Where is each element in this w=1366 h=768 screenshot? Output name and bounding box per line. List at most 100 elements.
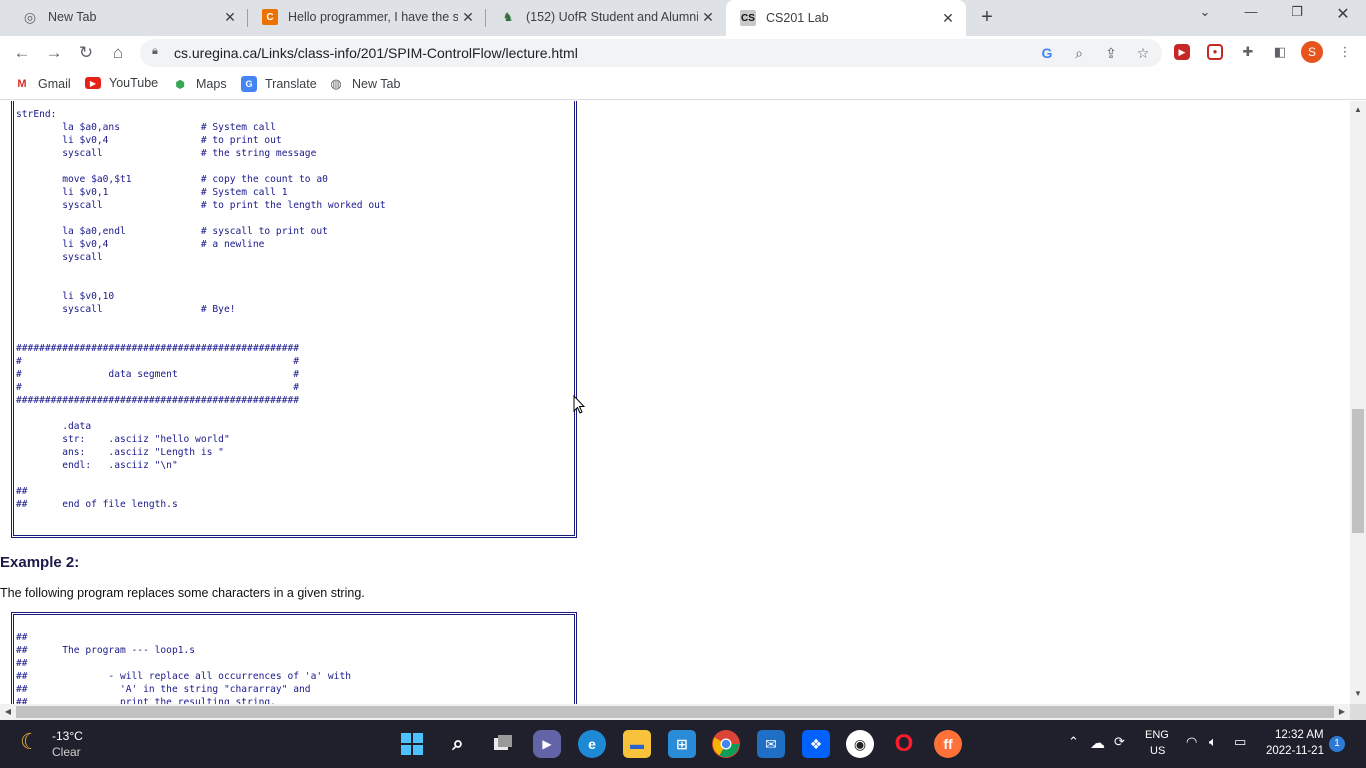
tab-cs201-lab[interactable]: CS CS201 Lab ✕ [726,0,966,36]
profile-avatar[interactable]: S [1301,41,1323,63]
firefox-icon[interactable]: ff [934,730,962,758]
bookmark-label: Gmail [38,77,71,91]
code-block-length: strEnd: la $a0,ans # System call li $v0,… [11,101,577,538]
bookmark-youtube[interactable]: ▶ YouTube [85,76,158,90]
close-icon[interactable]: ✕ [458,9,478,26]
tab-title: New Tab [48,10,97,24]
store-icon[interactable]: ⊞ [668,730,696,758]
volume-icon[interactable]: 🔈︎ [1209,734,1217,750]
tab-title: (152) UofR Student and Alumni V [526,10,698,24]
menu-kebab-icon[interactable]: ⋮ [1335,42,1355,62]
chrome-icon[interactable] [712,730,740,758]
chegg-icon: C [262,9,278,25]
translate-icon: G [241,76,257,92]
horizontal-scrollbar[interactable]: ◀ ▶ [0,704,1350,720]
search-icon[interactable]: ⌕ [444,730,472,758]
close-icon[interactable]: ✕ [938,10,958,27]
horizontal-scroll-thumb[interactable] [16,706,1334,718]
battery-icon[interactable]: ▭ [1234,734,1246,750]
restore-button[interactable]: ❐ [1274,4,1320,28]
tab-new-tab[interactable]: ◎ New Tab ✕ [8,0,248,34]
share-icon[interactable]: ⇪ [1102,44,1120,62]
clock-time[interactable]: 12:32 AM [1275,729,1324,741]
language-indicator[interactable]: ENG [1145,729,1169,741]
vertical-scrollbar[interactable]: ▲ ▼ [1350,101,1366,704]
mouse-cursor-icon [573,394,586,420]
bookmark-label: New Tab [352,77,401,91]
bookmarks-bar: M Gmail ▶ YouTube ⬢ Maps G Translate ◍ New Ta… [0,70,1366,100]
zoom-icon[interactable]: ⌕ [1070,44,1088,62]
show-hidden-icons-chevron-icon[interactable]: ⌃ [1068,734,1079,750]
teams-chat-icon[interactable]: ▶ [533,730,561,758]
forward-button[interactable]: → [42,41,66,65]
notification-badge[interactable]: 1 [1329,736,1345,752]
bookmark-gmail[interactable]: M Gmail [14,76,71,92]
page-content: strEnd: la $a0,ans # System call li $v0,… [0,101,1350,704]
bookmark-translate[interactable]: G Translate [241,76,317,92]
scroll-right-icon[interactable]: ▶ [1334,707,1350,716]
section-heading: Example 2: [0,554,80,571]
gmail-icon: M [17,78,27,90]
dropbox-icon[interactable]: ❖ [802,730,830,758]
task-view-icon[interactable] [489,730,517,758]
maps-icon: ⬢ [175,78,185,91]
scroll-up-icon[interactable]: ▲ [1350,105,1366,114]
youtube-icon: ▶ [85,77,101,89]
keyboard-layout[interactable]: US [1150,745,1165,757]
bookmark-label: Maps [196,77,227,91]
obs-icon[interactable]: ◉ [846,730,874,758]
clock-date[interactable]: 2022-11-21 [1266,745,1324,757]
chrome-icon: ◎ [23,8,37,25]
tab-strip: ◎ New Tab ✕ C Hello programmer, I have t… [0,0,1366,36]
code-text: ## ## The program --- loop1.s ## ## - wi… [16,632,352,704]
onedrive-cloud-icon[interactable]: ☁ [1090,734,1105,752]
network-sync-icon[interactable]: ⟳ [1114,734,1125,750]
moon-icon[interactable]: ☾ [20,730,44,754]
google-translate-icon[interactable]: G [1038,44,1056,62]
vertical-scroll-thumb[interactable] [1352,409,1364,533]
lock-icon[interactable]: 🔒︎ [152,45,158,58]
home-button[interactable]: ⌂ [106,41,130,65]
scrollbar-corner [1350,704,1366,720]
mail-icon[interactable]: ✉ [757,730,785,758]
reload-button[interactable]: ↻ [74,41,98,65]
file-explorer-icon[interactable]: ▬ [623,730,651,758]
close-icon[interactable]: ✕ [220,9,240,26]
bookmark-star-icon[interactable]: ☆ [1134,44,1152,62]
tab-chegg[interactable]: C Hello programmer, I have the sol ✕ [248,0,486,34]
code-block-loop1: ## ## The program --- loop1.s ## ## - wi… [11,612,577,704]
url-text: cs.uregina.ca/Links/class-info/201/SPIM-… [174,45,578,61]
weather-temperature[interactable]: -13°C [52,729,83,743]
bookmark-label: YouTube [109,76,159,90]
bookmark-maps[interactable]: ⬢ Maps [172,76,227,92]
tab-title: CS201 Lab [766,11,829,25]
uregina-icon: ♞ [502,10,514,24]
opera-icon[interactable]: O [890,730,918,758]
close-window-button[interactable]: ✕ [1320,4,1366,28]
section-paragraph: The following program replaces some char… [0,586,365,600]
edge-icon[interactable]: e [578,730,606,758]
new-tab-button[interactable]: + [976,6,998,28]
windows-start-icon[interactable] [398,730,426,758]
tab-search-chevron-icon[interactable]: ⌄ [1182,4,1228,28]
close-icon[interactable]: ✕ [698,9,718,26]
weather-condition[interactable]: Clear [52,745,81,759]
globe-icon: ◍ [330,76,342,91]
address-bar[interactable]: 🔒︎ cs.uregina.ca/Links/class-info/201/SP… [140,39,1162,67]
windows-taskbar: ☾ -13°C Clear ⌕ ▶ e ▬ ⊞ ✉ ❖ ◉ O ff ⌃ ☁ ⟳… [0,720,1366,768]
scroll-down-icon[interactable]: ▼ [1350,689,1366,698]
code-text: strEnd: la $a0,ans # System call li $v0,… [16,109,386,510]
minimize-button[interactable]: — [1228,4,1274,28]
side-panel-icon[interactable]: ◧ [1270,42,1290,62]
back-button[interactable]: ← [10,41,34,65]
bookmark-new-tab[interactable]: ◍ New Tab [328,76,400,92]
scroll-left-icon[interactable]: ◀ [0,707,16,716]
tab-title: Hello programmer, I have the sol [288,10,458,24]
extension-red-icon[interactable]: ▶ [1174,44,1190,60]
tab-uofr[interactable]: ♞ (152) UofR Student and Alumni V ✕ [486,0,726,34]
cs-icon: CS [740,10,756,26]
browser-toolbar: ← → ↻ ⌂ 🔒︎ cs.uregina.ca/Links/class-inf… [0,36,1366,70]
wifi-icon[interactable]: ◠ [1186,734,1197,750]
screen-record-icon[interactable]: ● [1207,44,1223,60]
extensions-puzzle-icon[interactable]: ✚ [1238,42,1258,62]
